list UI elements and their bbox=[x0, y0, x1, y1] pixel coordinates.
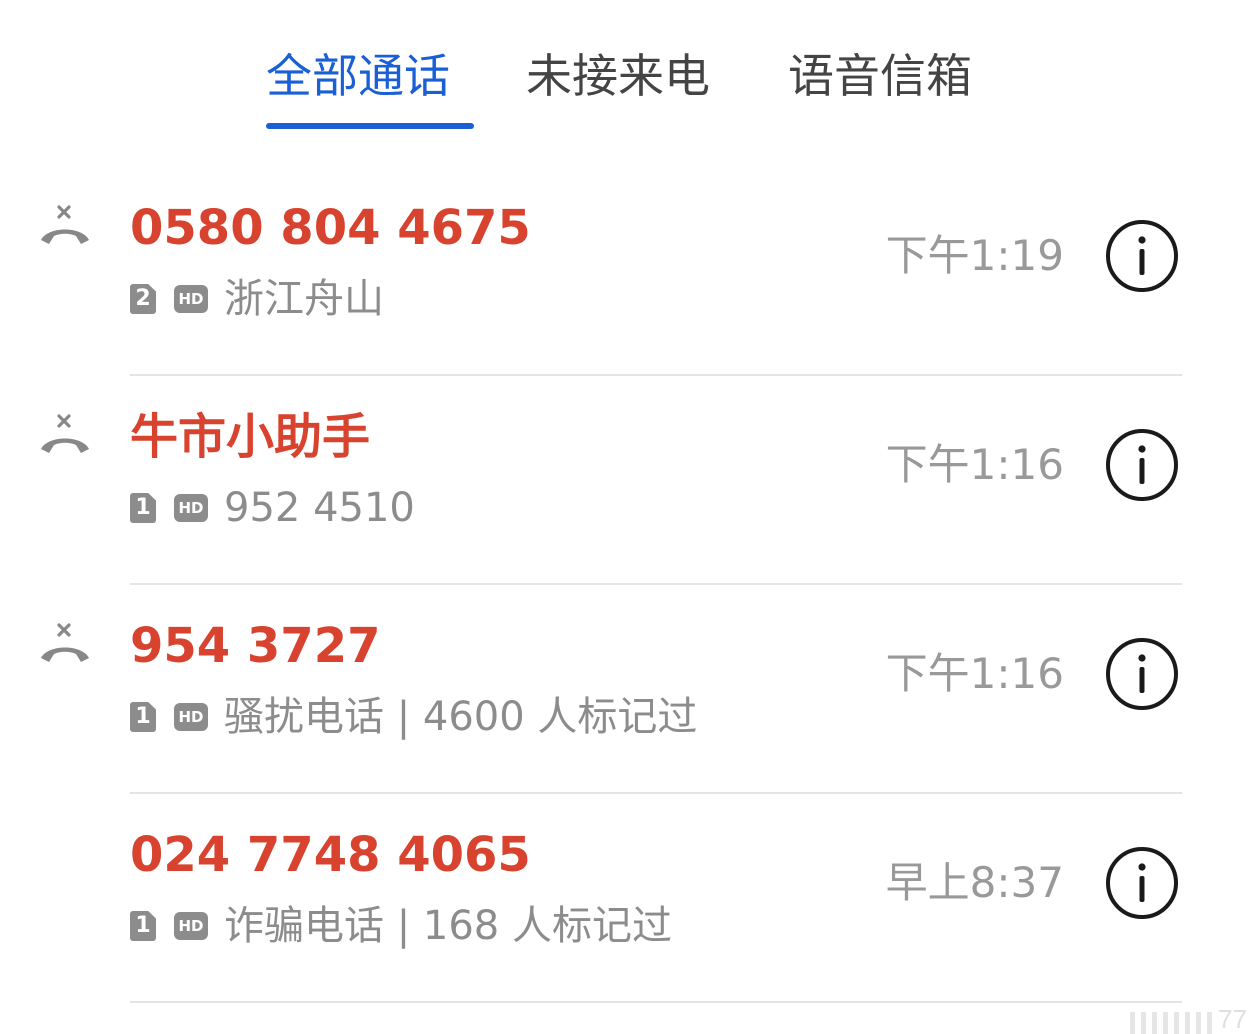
call-log-row[interactable]: 0580 804 4675 2 HD 浙江舟山 下午1:19 bbox=[0, 168, 1260, 376]
row-divider bbox=[130, 1001, 1182, 1003]
watermark-text: 77 bbox=[1218, 1004, 1247, 1034]
caller-number: 952 4510 bbox=[224, 485, 415, 531]
call-time: 早上8:37 bbox=[885, 858, 1064, 907]
call-log-tabs: 全部通话 未接来电 语音信箱 bbox=[0, 0, 1260, 150]
watermark-bar bbox=[1185, 1012, 1190, 1034]
tab-missed-calls[interactable]: 未接来电 bbox=[526, 40, 710, 130]
hd-call-icon: HD bbox=[174, 703, 208, 731]
fraud-label: 诈骗电话 | 168 人标记过 bbox=[224, 903, 672, 949]
row-divider bbox=[130, 792, 1182, 794]
call-details: 1 HD 952 4510 bbox=[130, 480, 415, 536]
call-time: 下午1:16 bbox=[885, 649, 1064, 698]
call-log-row[interactable]: 954 3727 1 HD 骚扰电话 | 4600 人标记过 下午1:16 bbox=[0, 586, 1260, 794]
caller-name: 牛市小助手 bbox=[130, 409, 371, 465]
info-icon[interactable] bbox=[1104, 636, 1180, 712]
caller-name: 024 7748 4065 bbox=[130, 827, 531, 883]
call-time: 下午1:16 bbox=[885, 440, 1064, 489]
caller-name: 954 3727 bbox=[130, 618, 381, 674]
hd-call-icon: HD bbox=[174, 494, 208, 522]
tab-all-calls[interactable]: 全部通话 bbox=[266, 40, 450, 130]
call-log-row[interactable]: 牛市小助手 1 HD 952 4510 下午1:16 bbox=[0, 377, 1260, 585]
watermark-bar bbox=[1163, 1012, 1168, 1034]
hd-call-icon: HD bbox=[174, 285, 208, 313]
info-icon[interactable] bbox=[1104, 427, 1180, 503]
caller-name: 0580 804 4675 bbox=[130, 200, 531, 256]
watermark-bar bbox=[1174, 1012, 1179, 1034]
watermark-bar bbox=[1207, 1012, 1212, 1034]
row-divider bbox=[130, 583, 1182, 585]
info-icon[interactable] bbox=[1104, 845, 1180, 921]
active-tab-indicator bbox=[266, 123, 474, 129]
missed-call-icon bbox=[41, 414, 89, 453]
sim-card-icon: 1 bbox=[130, 702, 156, 732]
missed-call-icon bbox=[41, 205, 89, 244]
watermark-bar bbox=[1152, 1012, 1157, 1034]
info-icon[interactable] bbox=[1104, 218, 1180, 294]
watermark-bar bbox=[1196, 1012, 1201, 1034]
call-details: 2 HD 浙江舟山 bbox=[130, 271, 384, 327]
hd-call-icon: HD bbox=[174, 912, 208, 940]
call-details: 1 HD 骚扰电话 | 4600 人标记过 bbox=[130, 689, 697, 745]
row-divider bbox=[130, 374, 1182, 376]
watermark: 77 bbox=[1130, 1000, 1247, 1034]
watermark-bar bbox=[1130, 1012, 1135, 1034]
call-details: 1 HD 诈骗电话 | 168 人标记过 bbox=[130, 898, 672, 954]
sim-card-icon: 1 bbox=[130, 911, 156, 941]
missed-call-icon bbox=[41, 623, 89, 662]
watermark-bar bbox=[1141, 1012, 1146, 1034]
caller-location: 浙江舟山 bbox=[224, 276, 384, 322]
sim-card-icon: 1 bbox=[130, 493, 156, 523]
call-time: 下午1:19 bbox=[885, 231, 1064, 280]
spam-label: 骚扰电话 | 4600 人标记过 bbox=[224, 694, 698, 740]
tab-voicemail[interactable]: 语音信箱 bbox=[788, 40, 972, 130]
sim-card-icon: 2 bbox=[130, 284, 156, 314]
call-log-row[interactable]: 024 7748 4065 1 HD 诈骗电话 | 168 人标记过 早上8:3… bbox=[0, 795, 1260, 1003]
